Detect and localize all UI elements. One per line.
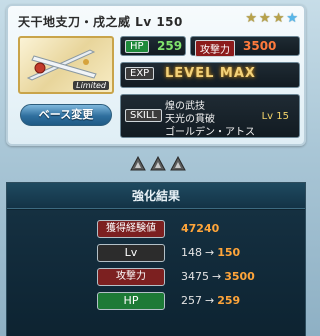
result-label: 獲得経験値 [97,220,165,238]
result-row-hp: HP 257 → 259 [7,290,305,312]
hp-stat-box: HP 259 [120,36,186,56]
blue-star-icon: ★ [286,11,298,26]
exp-label: EXP [125,67,155,80]
weapon-info-card: 天干地支刀・戌之威 Lv 150 ★ ★ ★ ★ Limited ベース変更 H… [6,4,306,146]
triangle-icon [170,156,186,171]
new-value: 259 [217,294,241,307]
base-change-button[interactable]: ベース変更 [20,104,112,126]
atk-value: 3500 [243,39,277,53]
new-value: 150 [217,246,241,259]
old-value: 3475 [181,270,209,283]
triangle-icon [150,156,166,171]
gold-star-icon: ★ [245,11,258,26]
old-value: 257 [181,294,202,307]
result-row-atk: 攻撃力 3475 → 3500 [7,266,305,288]
result-value: 148 → 150 [181,246,240,259]
skill-line: ゴールデン・アトス [165,127,255,138]
rarity-stars: ★ ★ ★ ★ [245,12,298,25]
skill-label: SKILL [125,109,162,122]
atk-label: 攻撃力 [195,40,235,57]
triangle-icon [130,156,146,171]
skill-level: Lv 15 [261,111,289,122]
weapon-image: Limited [18,36,114,94]
level-max-text: LEVEL MAX [165,66,256,81]
old-value: 148 [181,246,202,259]
upgrade-markers [130,156,186,171]
hp-value: 259 [157,39,183,53]
new-value: 3500 [224,270,255,283]
hp-label: HP [125,40,149,53]
result-label: HP [97,292,165,310]
gold-star-icon: ★ [272,11,285,26]
result-row-lv: Lv 148 → 150 [7,242,305,264]
result-value: 257 → 259 [181,294,240,307]
result-value: 3475 → 3500 [181,270,255,283]
limited-badge: Limited [73,81,109,90]
arrow-icon: → [205,246,215,259]
gold-star-icon: ★ [259,11,271,26]
result-label: 攻撃力 [97,268,165,286]
result-value: 47240 [181,222,220,235]
weapon-title: 天干地支刀・戌之威 Lv 150 [18,15,183,29]
arrow-icon: → [205,294,215,307]
skill-box: SKILL 煌の武技 天光の貫破 ゴールデン・アトス Lv 15 [120,94,300,138]
atk-stat-box: 攻撃力 3500 [190,36,300,57]
exp-stat-box: EXP LEVEL MAX [120,62,300,88]
results-panel: 強化結果 獲得経験値 47240 Lv 148 → 150 攻撃力 3475 → 350… [6,182,306,336]
arrow-icon: → [212,270,222,283]
result-label: Lv [97,244,165,262]
result-row-exp: 獲得経験値 47240 [7,218,305,240]
results-body: 獲得経験値 47240 Lv 148 → 150 攻撃力 3475 → 3500 HP … [7,210,305,336]
results-title: 強化結果 [7,183,305,209]
